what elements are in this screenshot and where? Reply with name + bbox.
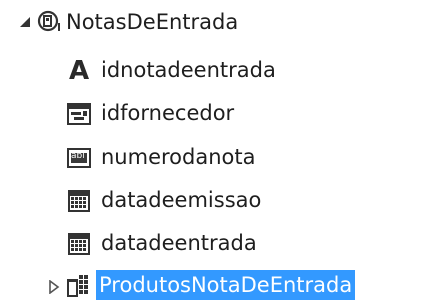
tree-item-label: idnotadeentrada <box>101 58 276 82</box>
tree-item-label-selected: ProdutosNotaDeEntrada <box>96 270 356 300</box>
tree-item-label: idfornecedor <box>101 101 235 125</box>
text-type-icon: A <box>68 56 90 86</box>
expanded-arrow-icon[interactable] <box>18 15 32 29</box>
lookup-field-icon <box>66 101 92 127</box>
tree-item-numerodanota[interactable]: abl numerodanota <box>0 138 440 178</box>
entity-icon <box>37 9 63 35</box>
tree-root-row[interactable]: NotasDeEntrada <box>0 3 440 43</box>
tree-item-label: numerodanota <box>101 145 256 169</box>
tree-item-label: datadeemissao <box>101 188 262 212</box>
tree-root-label: NotasDeEntrada <box>66 10 239 34</box>
collapsed-arrow-icon[interactable] <box>48 280 60 294</box>
calendar-icon <box>66 188 92 214</box>
object-tree: NotasDeEntrada A idnotadeentrada idforne… <box>0 0 440 306</box>
table-relation-icon <box>66 273 92 299</box>
tree-item-idfornecedor[interactable]: idfornecedor <box>0 94 440 134</box>
tree-item-datadeentrada[interactable]: datadeentrada <box>0 224 440 264</box>
calendar-icon <box>66 231 92 257</box>
tree-item-datadeemissao[interactable]: datadeemissao <box>0 181 440 221</box>
tree-item-produtosnotadeentrada[interactable]: ProdutosNotaDeEntrada <box>0 266 440 306</box>
abl-field-icon: abl <box>66 145 92 171</box>
tree-item-idnotadeentrada[interactable]: A idnotadeentrada <box>0 51 440 91</box>
tree-item-label: datadeentrada <box>101 231 257 255</box>
